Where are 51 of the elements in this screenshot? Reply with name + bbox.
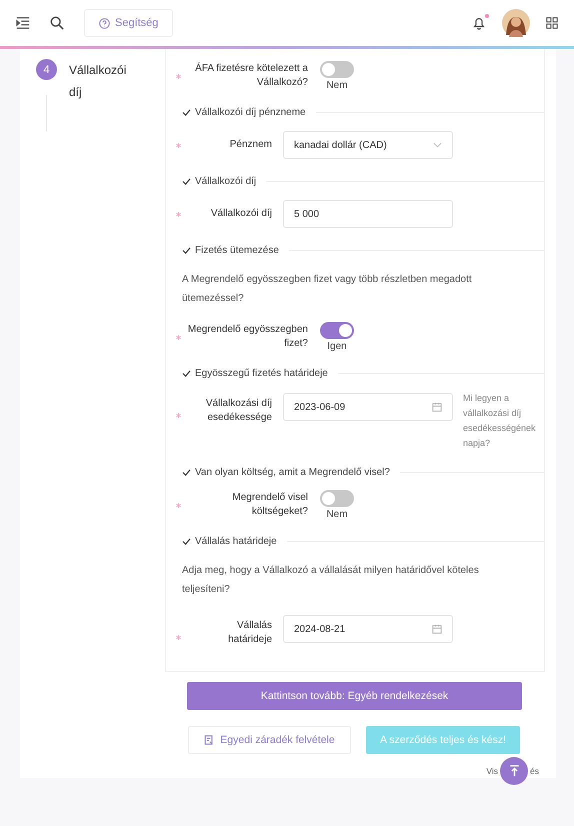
scroll-to-top-button[interactable] xyxy=(500,757,528,785)
toggle-state: Igen xyxy=(327,341,347,352)
check-icon xyxy=(182,370,191,377)
field-label: Pénznem xyxy=(228,138,272,152)
search-icon[interactable] xyxy=(50,16,64,30)
date-field[interactable]: 2023-06-09 xyxy=(283,393,453,421)
help-button[interactable]: Segítség xyxy=(84,9,174,37)
help-icon xyxy=(99,18,110,28)
check-icon xyxy=(182,469,191,476)
step-number: 4 xyxy=(36,59,57,80)
check-icon xyxy=(182,538,191,545)
toggle-state: Nem xyxy=(326,509,348,520)
bell-icon[interactable] xyxy=(472,16,486,30)
section-title: Vállalás határideje xyxy=(195,536,277,547)
section-title: Egyösszegű fizetés határideje xyxy=(195,368,328,379)
section-description: A Megrendelő egyösszegben fizet vagy több részletben megadott ütemezéssel? xyxy=(182,273,473,306)
avatar[interactable] xyxy=(502,9,530,37)
next-button[interactable]: Kattintson tovább: Egyéb rendelkezések xyxy=(187,682,522,710)
chevron-down-icon xyxy=(433,142,442,148)
toggle-state: Nem xyxy=(326,80,348,91)
currency-select[interactable]: kanadai dollár (CAD) xyxy=(283,131,453,159)
field-label: ÁFA fizetésre kötelezett a Vállalkozó? xyxy=(194,62,308,90)
section-title: Vállalkozói díj pénzneme xyxy=(195,107,306,118)
field-hint: Mi legyen a vállalkozási díj esedékességének napja? xyxy=(463,392,537,450)
section-title: Fizetés ütemezése xyxy=(195,245,279,256)
check-icon xyxy=(182,247,191,254)
add-clause-button[interactable]: Egyedi záradék felvétele xyxy=(188,726,351,754)
link-text[interactable]: Vis xyxy=(486,766,498,776)
section-title: Van olyan költség, amit a Megrendelő visel? xyxy=(195,467,390,478)
field-label: Vállalás határideje xyxy=(227,619,272,647)
field-label: Vállalkozási díj esedékessége xyxy=(204,397,272,425)
calendar-icon xyxy=(432,402,442,412)
arrow-up-icon xyxy=(508,765,520,777)
link-text[interactable]: és xyxy=(530,766,539,776)
document-icon xyxy=(204,735,214,745)
toggle-switch[interactable] xyxy=(320,490,354,507)
field-label: Megrendelő visel költségeket? xyxy=(231,491,308,519)
check-icon xyxy=(182,178,191,185)
toggle-switch[interactable] xyxy=(320,61,354,78)
step-label[interactable]: Vállalkozói díj xyxy=(69,59,139,103)
section-title: Vállalkozói díj xyxy=(195,176,256,187)
date-field[interactable]: 2024-08-21 xyxy=(283,615,453,643)
field-label: Vállalkozói díj xyxy=(210,207,272,221)
input-field[interactable]: 5 000 xyxy=(283,200,453,228)
check-icon xyxy=(182,109,191,116)
toggle-switch[interactable] xyxy=(320,322,354,339)
calendar-icon xyxy=(432,624,442,634)
grid-icon[interactable] xyxy=(546,17,558,29)
menu-icon[interactable] xyxy=(16,16,30,30)
section-description: Adja meg, hogy a Vállalkozó a vállalását milyen határidővel köteles teljesíteni? xyxy=(182,564,480,597)
field-label: Megrendelő egyösszegben fizet? xyxy=(186,323,308,351)
